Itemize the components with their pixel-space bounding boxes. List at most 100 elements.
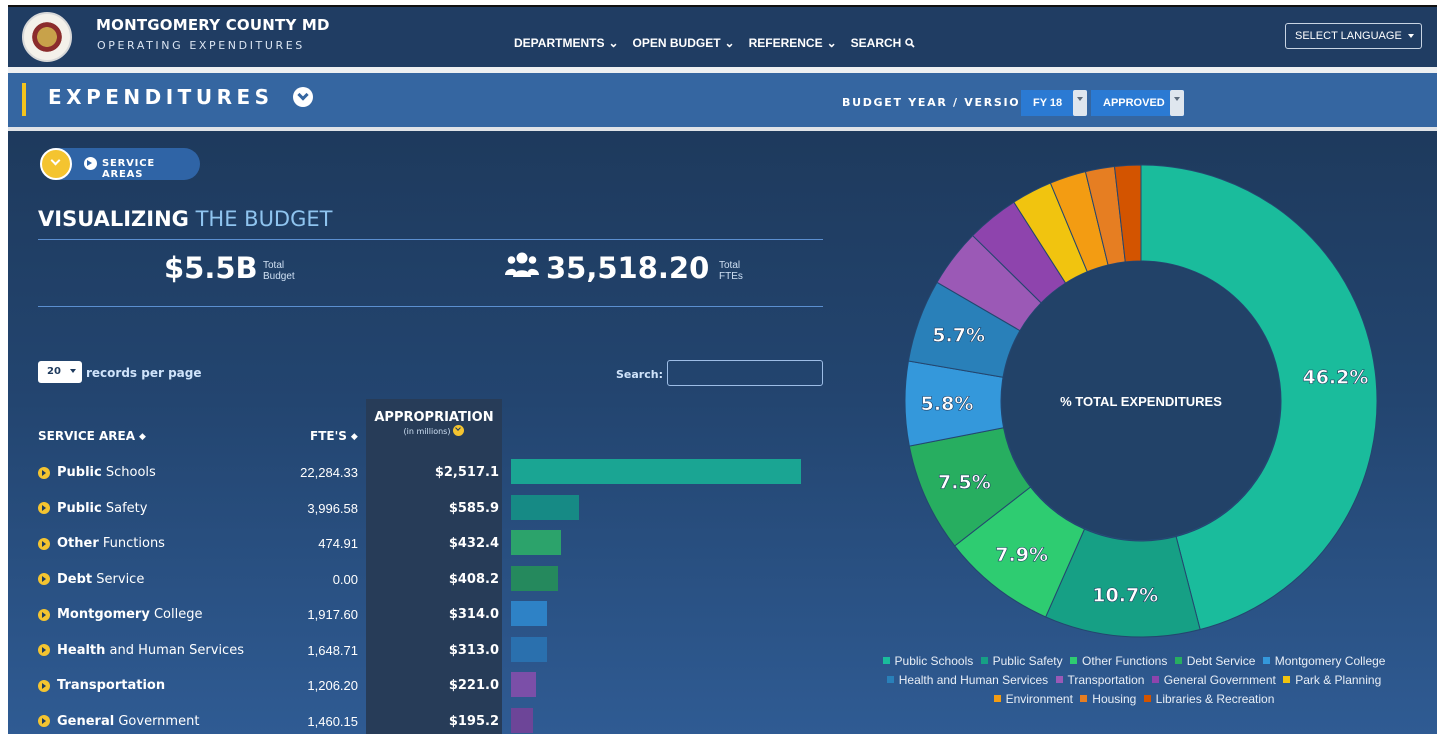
page-subheader: EXPENDITURES BUDGET YEAR / VERSION: FY 1… xyxy=(8,67,1437,127)
service-area-cell[interactable]: General Government xyxy=(38,714,199,729)
total-ftes-label-2: FTEs xyxy=(719,271,743,282)
caret-down-icon xyxy=(1170,90,1184,116)
table-row[interactable]: Montgomery College 1,917.60 $314.0 xyxy=(38,601,808,642)
table-row[interactable]: Transportation 1,206.20 $221.0 xyxy=(38,672,808,713)
fte-cell: 1,648.71 xyxy=(307,642,358,658)
service-area-name-rest: and Human Services xyxy=(109,642,244,658)
legend-label: Libraries & Recreation xyxy=(1155,692,1275,706)
chevron-down-icon: ⌄ xyxy=(826,36,837,50)
service-area-cell[interactable]: Public Safety xyxy=(38,501,147,516)
appropriation-cell: $314.0 xyxy=(448,607,499,622)
col-header-appropriation[interactable]: APPROPRIATION (in millions) xyxy=(366,410,502,436)
legend-label: Other Functions xyxy=(1081,654,1168,668)
col-header-ftes[interactable]: FTE'S ◆ xyxy=(310,429,358,443)
chevron-right-icon xyxy=(38,679,50,692)
service-area-name-bold: Debt xyxy=(57,571,93,587)
service-area-cell[interactable]: Debt Service xyxy=(38,572,144,587)
service-area-name-bold: Montgomery xyxy=(57,607,150,622)
total-budget-label-2: Budget xyxy=(263,271,295,282)
legend-swatch xyxy=(993,695,1001,702)
site-header: MONTGOMERY COUNTY MD OPERATING EXPENDITU… xyxy=(8,7,1437,67)
language-select[interactable]: SELECT LANGUAGE xyxy=(1285,23,1422,49)
service-area-cell[interactable]: Public Schools xyxy=(38,465,156,480)
main-nav: DEPARTMENTS ⌄ OPEN BUDGET ⌄ REFERENCE ⌄ SEA… xyxy=(514,36,915,50)
nav-departments[interactable]: DEPARTMENTS ⌄ xyxy=(514,36,619,50)
site-title[interactable]: MONTGOMERY COUNTY MD xyxy=(96,16,330,34)
legend-label: Park & Planning xyxy=(1295,673,1382,687)
site-subtitle: OPERATING EXPENDITURES xyxy=(97,39,305,52)
total-ftes-label: Total FTEs xyxy=(719,260,743,282)
budget-version-value: APPROVED xyxy=(1103,97,1165,109)
table-row[interactable]: Other Functions 474.91 $432.4 xyxy=(38,530,808,571)
service-area-name: Montgomery College xyxy=(57,607,202,622)
sort-icon: ◆ xyxy=(139,432,146,442)
legend-item[interactable]: Park & Planning xyxy=(1283,673,1381,687)
budget-year-select[interactable]: FY 18 xyxy=(1021,90,1087,116)
table-row[interactable]: Health and Human Services 1,648.71 $313.0 xyxy=(38,636,808,678)
legend-swatch xyxy=(1143,695,1151,702)
table-row[interactable]: General Government 1,460.15 $195.2 xyxy=(38,707,808,734)
appropriation-bar xyxy=(511,707,534,733)
legend-item[interactable]: Public Safety xyxy=(980,654,1063,668)
chevron-right-icon xyxy=(38,502,50,514)
service-area-cell[interactable]: Health and Human Services xyxy=(38,643,244,658)
chevron-right-icon xyxy=(38,573,50,585)
col-header-service-area[interactable]: SERVICE AREA ◆ xyxy=(38,429,146,443)
legend-label: General Government xyxy=(1163,673,1276,687)
nav-search[interactable]: SEARCH xyxy=(851,36,916,50)
legend-label: Transportation xyxy=(1067,673,1145,687)
service-area-name-rest: Government xyxy=(118,713,200,729)
county-seal-logo[interactable] xyxy=(22,12,72,62)
people-icon xyxy=(505,252,539,277)
nav-label: OPEN BUDGET xyxy=(632,36,721,50)
legend-item[interactable]: Other Functions xyxy=(1069,654,1168,668)
legend-item[interactable]: Transportation xyxy=(1055,673,1145,687)
service-area-cell[interactable]: Other Functions xyxy=(38,536,165,551)
nav-label: DEPARTMENTS xyxy=(514,36,605,50)
appropriation-cell: $585.9 xyxy=(448,500,499,516)
legend-item[interactable]: Health and Human Services xyxy=(886,673,1048,687)
legend-item[interactable]: General Government xyxy=(1151,673,1276,687)
service-area-cell[interactable]: Transportation xyxy=(38,678,165,693)
legend-item[interactable]: Montgomery College xyxy=(1262,654,1385,668)
legend-label: Public Schools xyxy=(894,654,974,668)
records-per-page-select[interactable]: 20 xyxy=(38,361,82,383)
service-area-name-rest: Safety xyxy=(105,500,148,516)
breadcrumb-service-areas[interactable]: SERVICE AREAS xyxy=(102,158,200,180)
budget-year-label: BUDGET YEAR / VERSION: xyxy=(842,96,1038,109)
service-area-name: Public Schools xyxy=(57,465,156,480)
nav-open-budget[interactable]: OPEN BUDGET ⌄ xyxy=(633,36,735,50)
legend-item[interactable]: Public Schools xyxy=(882,654,974,668)
service-area-cell[interactable]: Montgomery College xyxy=(38,607,202,622)
fte-cell: 22,284.33 xyxy=(300,465,358,480)
legend-item[interactable]: Debt Service xyxy=(1174,654,1255,668)
chevron-down-icon[interactable] xyxy=(40,148,72,180)
chevron-right-icon xyxy=(38,608,50,621)
total-ftes-value: 35,518.20 xyxy=(546,251,710,285)
legend-swatch xyxy=(882,657,890,664)
legend-swatch xyxy=(1151,676,1159,683)
search-input[interactable] xyxy=(667,360,823,386)
legend-item[interactable]: Housing xyxy=(1080,692,1136,706)
total-budget-value: $5.5B xyxy=(164,251,258,285)
chevron-right-icon xyxy=(38,537,50,550)
chart-legend: Public Schools Public Safety Other Funct… xyxy=(866,652,1402,709)
section-title-light: THE BUDGET xyxy=(195,207,333,231)
appropriation-cell: $195.2 xyxy=(448,713,499,729)
appropriation-cell: $221.0 xyxy=(448,678,499,693)
nav-label: REFERENCE xyxy=(748,36,823,50)
table-row[interactable]: Public Schools 22,284.33 $2,517.1 xyxy=(38,459,808,500)
budget-version-select[interactable]: APPROVED xyxy=(1091,90,1184,116)
nav-label: SEARCH xyxy=(850,36,902,50)
nav-reference[interactable]: REFERENCE ⌄ xyxy=(749,36,837,50)
breadcrumb[interactable]: SERVICE AREAS xyxy=(40,148,200,180)
appropriation-bar xyxy=(511,636,548,662)
legend-item[interactable]: Environment xyxy=(993,692,1073,706)
table-row[interactable]: Public Safety 3,996.58 $585.9 xyxy=(38,494,808,536)
total-budget-label-1: Total xyxy=(263,260,285,271)
legend-item[interactable]: Libraries & Recreation xyxy=(1143,692,1275,706)
total-ftes-label-1: Total xyxy=(719,260,741,271)
chevron-circle-down-icon[interactable] xyxy=(293,87,313,107)
table-row[interactable]: Debt Service 0.00 $408.2 xyxy=(38,565,808,607)
section-title: VISUALIZING THE BUDGET xyxy=(38,207,332,231)
